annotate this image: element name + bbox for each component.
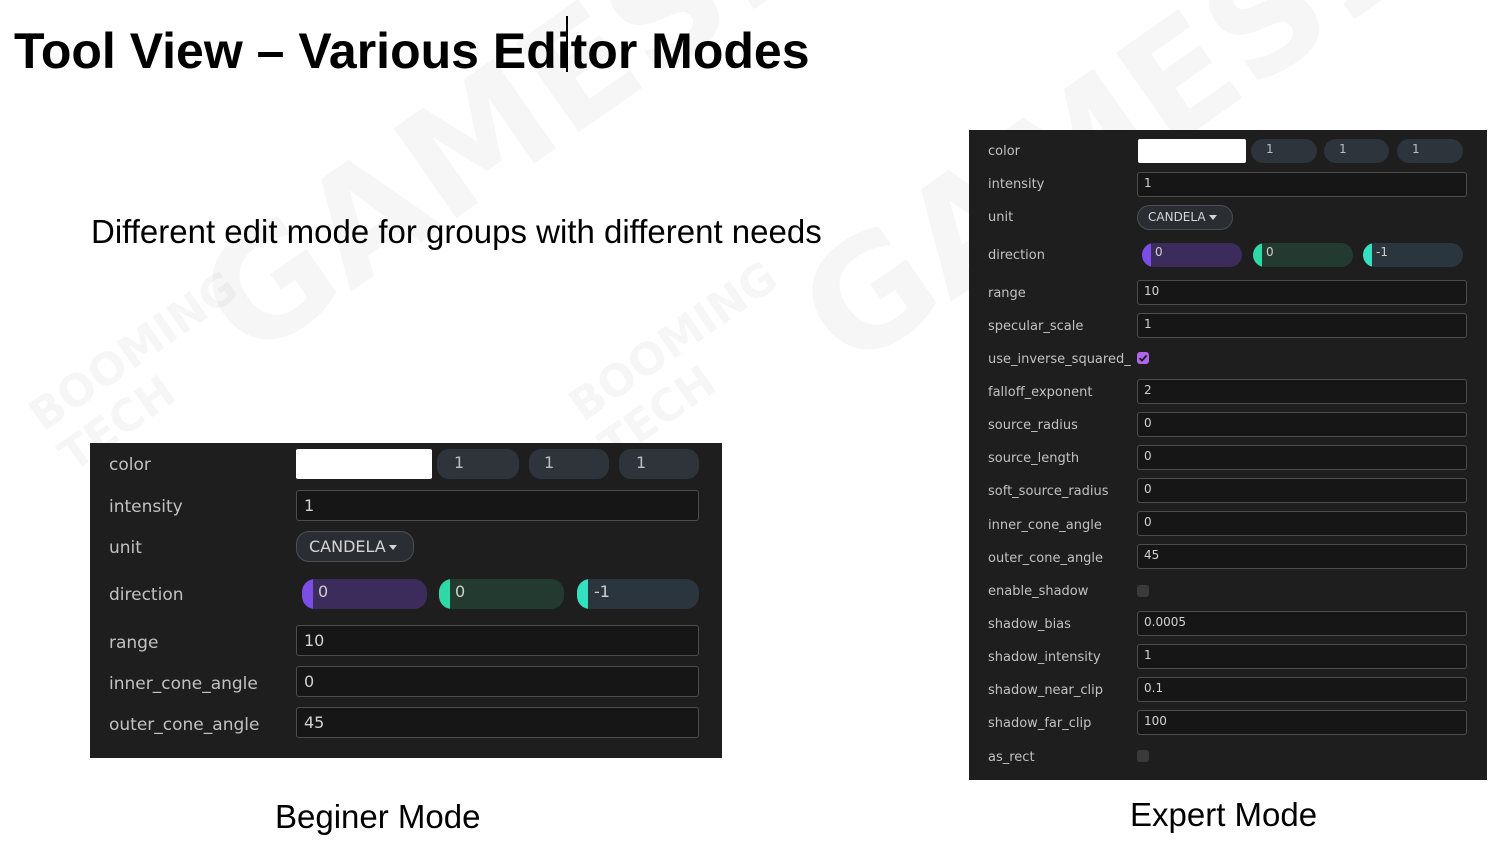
- color-swatch[interactable]: [1138, 139, 1246, 163]
- unit-label: unit: [109, 538, 142, 558]
- inner-cone-angle-label: inner_cone_angle: [988, 518, 1102, 533]
- shadow-bias-label: shadow_bias: [988, 617, 1071, 632]
- shadow-bias-input[interactable]: 0.0005: [1137, 611, 1467, 636]
- beginner-mode-panel: color 1 1 1 intensity 1 unit CANDELA dir…: [90, 443, 722, 758]
- x-axis-marker: [1142, 243, 1151, 267]
- color-b-field[interactable]: 1: [1397, 139, 1463, 163]
- direction-x-value: 0: [318, 582, 329, 601]
- chevron-down-icon: [388, 545, 397, 550]
- unit-dropdown[interactable]: CANDELA: [296, 531, 414, 562]
- inner-cone-angle-input[interactable]: 0: [1137, 511, 1467, 536]
- outer-cone-angle-label: outer_cone_angle: [109, 715, 260, 735]
- direction-x-field[interactable]: 0: [1142, 243, 1242, 267]
- beginner-mode-caption: Beginer Mode: [275, 798, 481, 835]
- slide-title: Tool View – Various Editor Modes: [14, 23, 810, 79]
- shadow-near-clip-label: shadow_near_clip: [988, 683, 1103, 698]
- range-input[interactable]: 10: [1137, 280, 1467, 305]
- direction-x-value: 0: [1155, 245, 1163, 259]
- direction-z-field[interactable]: -1: [577, 579, 699, 609]
- checkmark-icon: [1138, 354, 1148, 362]
- use-inverse-squared-label: use_inverse_squared_: [988, 352, 1131, 367]
- expert-mode-panel: color 1 1 1 intensity 1 unit CANDELA dir…: [969, 130, 1487, 780]
- source-radius-input[interactable]: 0: [1137, 412, 1467, 437]
- x-axis-marker: [302, 579, 313, 609]
- color-b-field[interactable]: 1: [619, 449, 699, 479]
- y-axis-marker: [439, 579, 450, 609]
- color-label: color: [109, 455, 151, 475]
- color-r-field[interactable]: 1: [1251, 139, 1317, 163]
- color-g-field[interactable]: 1: [1324, 139, 1389, 163]
- enable-shadow-label: enable_shadow: [988, 584, 1089, 599]
- expert-mode-caption: Expert Mode: [1130, 796, 1318, 833]
- color-g-field[interactable]: 1: [529, 449, 609, 479]
- inner-cone-angle-label: inner_cone_angle: [109, 674, 258, 694]
- intensity-label: intensity: [988, 177, 1045, 192]
- direction-label: direction: [109, 585, 184, 605]
- shadow-intensity-label: shadow_intensity: [988, 650, 1101, 665]
- y-axis-marker: [1253, 243, 1262, 267]
- chevron-down-icon: [1208, 215, 1217, 220]
- direction-z-value: -1: [1376, 245, 1388, 259]
- direction-y-field[interactable]: 0: [1253, 243, 1353, 267]
- color-label: color: [988, 144, 1021, 159]
- direction-label: direction: [988, 248, 1045, 263]
- text-cursor: [566, 16, 568, 72]
- color-swatch[interactable]: [296, 449, 432, 479]
- falloff-exponent-label: falloff_exponent: [988, 385, 1093, 400]
- shadow-near-clip-input[interactable]: 0.1: [1137, 677, 1467, 702]
- shadow-intensity-input[interactable]: 1: [1137, 644, 1467, 669]
- direction-z-field[interactable]: -1: [1363, 243, 1463, 267]
- source-length-input[interactable]: 0: [1137, 445, 1467, 470]
- direction-y-field[interactable]: 0: [439, 579, 564, 609]
- range-label: range: [988, 286, 1026, 301]
- outer-cone-angle-input[interactable]: 45: [296, 707, 699, 738]
- direction-y-value: 0: [455, 582, 466, 601]
- unit-dropdown-value: CANDELA: [309, 537, 386, 556]
- direction-x-field[interactable]: 0: [302, 579, 427, 609]
- soft-source-radius-label: soft_source_radius: [988, 484, 1109, 499]
- outer-cone-angle-label: outer_cone_angle: [988, 551, 1104, 566]
- range-input[interactable]: 10: [296, 625, 699, 656]
- unit-dropdown[interactable]: CANDELA: [1137, 205, 1233, 230]
- watermark-booming: BOOMING: [20, 262, 247, 442]
- range-label: range: [109, 633, 159, 653]
- specular-scale-input[interactable]: 1: [1137, 313, 1467, 338]
- soft-source-radius-input[interactable]: 0: [1137, 478, 1467, 503]
- unit-dropdown-value: CANDELA: [1148, 210, 1206, 224]
- shadow-far-clip-label: shadow_far_clip: [988, 716, 1092, 731]
- color-r-field[interactable]: 1: [437, 449, 519, 479]
- source-length-label: source_length: [988, 451, 1080, 466]
- unit-label: unit: [988, 210, 1014, 225]
- as-rect-checkbox[interactable]: [1137, 750, 1149, 762]
- direction-y-value: 0: [1266, 245, 1274, 259]
- specular-scale-label: specular_scale: [988, 319, 1084, 334]
- outer-cone-angle-input[interactable]: 45: [1137, 544, 1467, 569]
- shadow-far-clip-input[interactable]: 100: [1137, 710, 1467, 735]
- z-axis-marker: [1363, 243, 1372, 267]
- watermark-booming: BOOMING: [560, 252, 787, 432]
- enable-shadow-checkbox[interactable]: [1137, 585, 1149, 597]
- inner-cone-angle-input[interactable]: 0: [296, 666, 699, 697]
- source-radius-label: source_radius: [988, 418, 1078, 433]
- intensity-input[interactable]: 1: [296, 490, 699, 521]
- falloff-exponent-input[interactable]: 2: [1137, 379, 1467, 404]
- z-axis-marker: [577, 579, 588, 609]
- intensity-label: intensity: [109, 497, 183, 517]
- use-inverse-squared-checkbox[interactable]: [1137, 352, 1149, 364]
- slide-subtitle: Different edit mode for groups with diff…: [91, 213, 822, 250]
- intensity-input[interactable]: 1: [1137, 172, 1467, 197]
- as-rect-label: as_rect: [988, 750, 1035, 765]
- direction-z-value: -1: [594, 582, 610, 601]
